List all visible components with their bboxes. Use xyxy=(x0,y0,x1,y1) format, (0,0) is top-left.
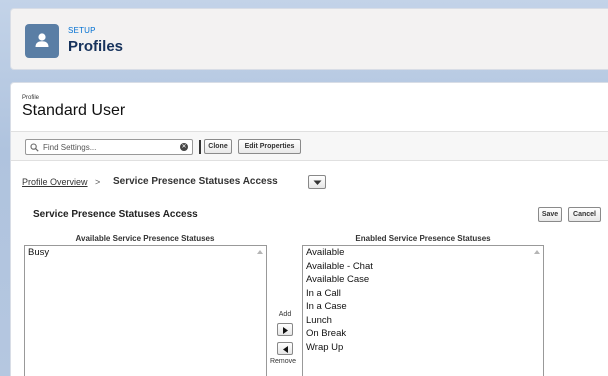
scrollbar[interactable] xyxy=(255,246,266,376)
add-button[interactable] xyxy=(277,323,293,336)
enabled-statuses-list[interactable]: Available Available - Chat Available Cas… xyxy=(302,245,544,376)
list-item[interactable]: In a Call xyxy=(303,287,543,301)
scroll-up-arrow-icon[interactable] xyxy=(534,250,540,254)
list-item[interactable]: Busy xyxy=(25,246,266,260)
add-label: Add xyxy=(278,311,292,318)
header-eyebrow: SETUP xyxy=(68,26,96,35)
section-title: Service Presence Statuses Access xyxy=(33,209,198,220)
toolbar: ✕ Clone Edit Properties xyxy=(11,131,608,161)
breadcrumb-separator: > xyxy=(95,177,101,187)
search-input[interactable] xyxy=(43,141,173,153)
list-item[interactable]: In a Case xyxy=(303,300,543,314)
scroll-up-arrow-icon[interactable] xyxy=(257,250,263,254)
cancel-button[interactable]: Cancel xyxy=(568,207,601,222)
setup-header: SETUP Profiles xyxy=(10,8,608,70)
available-list-header: Available Service Presence Statuses xyxy=(75,234,215,243)
user-icon xyxy=(25,24,59,58)
save-button[interactable]: Save xyxy=(538,207,562,222)
list-item[interactable]: Available - Chat xyxy=(303,260,543,274)
clone-button[interactable]: Clone xyxy=(204,139,232,154)
list-item[interactable]: Wrap Up xyxy=(303,341,543,355)
toolbar-divider xyxy=(199,140,201,154)
list-item[interactable]: Available xyxy=(303,246,543,260)
search-icon xyxy=(30,143,39,152)
search-box[interactable]: ✕ xyxy=(25,139,193,155)
edit-properties-button[interactable]: Edit Properties xyxy=(238,139,301,154)
list-item[interactable]: Available Case xyxy=(303,273,543,287)
remove-button[interactable] xyxy=(277,342,293,355)
list-item[interactable]: On Break xyxy=(303,327,543,341)
chevron-down-icon xyxy=(313,180,322,185)
arrow-left-icon xyxy=(283,346,288,353)
breadcrumb-current: Service Presence Statuses Access xyxy=(113,176,278,187)
arrow-right-icon xyxy=(283,327,288,334)
list-item[interactable]: Lunch xyxy=(303,314,543,328)
profile-eyebrow: Profile xyxy=(22,95,40,101)
clear-search-icon[interactable]: ✕ xyxy=(180,143,188,151)
breadcrumb-menu-button[interactable] xyxy=(308,175,326,189)
enabled-list-header: Enabled Service Presence Statuses xyxy=(355,234,491,243)
page-title: Profiles xyxy=(68,38,124,55)
scrollbar[interactable] xyxy=(532,246,543,376)
available-statuses-list[interactable]: Busy xyxy=(24,245,267,376)
breadcrumb-profile-overview-link[interactable]: Profile Overview xyxy=(22,177,88,187)
main-panel: Profile Standard User ✕ Clone Edit Prope… xyxy=(10,82,608,376)
remove-label: Remove xyxy=(269,358,297,365)
profile-name: Standard User xyxy=(22,102,126,119)
